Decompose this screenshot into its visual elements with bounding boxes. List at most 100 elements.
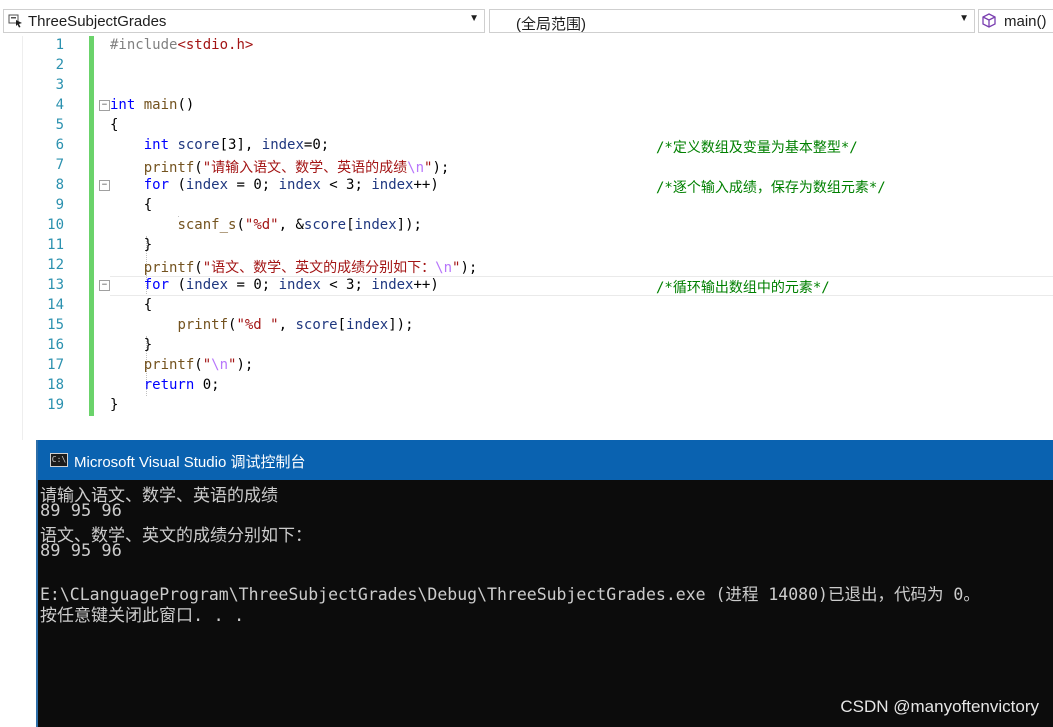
line-number: 16 <box>47 337 64 353</box>
change-marker <box>89 336 94 356</box>
code-line[interactable]: 19 } <box>0 396 1053 416</box>
chevron-down-icon: ▼ <box>469 13 479 24</box>
code-comment: /*逐个输入成绩，保存为数组元素*/ <box>656 180 886 196</box>
code-line[interactable]: 18 return 0; <box>0 376 1053 396</box>
code-text: for (index = 0; index < 3; index++) <box>143 277 439 293</box>
code-line[interactable]: 11 } <box>0 236 1053 256</box>
line-number: 4 <box>55 97 64 113</box>
collapse-icon[interactable]: − <box>99 100 110 111</box>
chevron-down-icon: ▼ <box>959 13 969 24</box>
project-dropdown[interactable]: ThreeSubjectGrades ▼ <box>3 9 485 33</box>
code-line[interactable]: 9 { <box>0 196 1053 216</box>
code-text: { <box>110 197 153 213</box>
code-text: int score[3], index=0; <box>143 137 330 153</box>
line-number: 13 <box>47 277 64 293</box>
console-output-line: 89 95 96 <box>40 501 122 521</box>
change-marker <box>89 156 94 176</box>
method-cube-icon <box>982 13 996 33</box>
line-number: 1 <box>55 37 64 53</box>
console-title-bar[interactable]: C:\ Microsoft Visual Studio 调试控制台 <box>38 440 1053 480</box>
navigation-bar: ThreeSubjectGrades ▼ (全局范围) ▼ main() <box>0 0 1053 37</box>
console-title: Microsoft Visual Studio 调试控制台 <box>74 454 306 471</box>
code-text: } <box>110 337 153 353</box>
project-icon <box>8 14 24 32</box>
change-marker <box>89 36 94 56</box>
line-number: 18 <box>47 377 64 393</box>
csdn-watermark: CSDN @manyoftenvictory <box>840 697 1039 716</box>
scope-label: (全局范围) <box>516 16 586 33</box>
collapse-icon[interactable]: − <box>99 180 110 191</box>
code-line[interactable]: 16 } <box>0 336 1053 356</box>
line-number: 12 <box>47 257 64 273</box>
code-line[interactable]: 13 − for (index = 0; index < 3; index++)… <box>0 276 1053 296</box>
debug-console-window[interactable]: C:\ Microsoft Visual Studio 调试控制台 请输入语文、… <box>36 440 1053 727</box>
change-marker <box>89 76 94 96</box>
console-output-line: 89 95 96 <box>40 541 122 561</box>
change-marker <box>89 296 94 316</box>
change-marker <box>89 56 94 76</box>
line-number: 7 <box>55 157 64 173</box>
code-line[interactable]: 14 { <box>0 296 1053 316</box>
line-number: 5 <box>55 117 64 133</box>
scope-dropdown[interactable]: (全局范围) ▼ <box>489 9 975 33</box>
code-line[interactable]: 6 int score[3], index=0; /*定义数组及变量为基本整型*… <box>0 136 1053 156</box>
code-text: { <box>110 117 119 133</box>
code-text: for (index = 0; index < 3; index++) <box>143 177 439 193</box>
change-marker <box>89 116 94 136</box>
code-editor[interactable]: 1 #include<stdio.h> 2 3 4 − int main() 5… <box>0 36 1053 440</box>
code-text: } <box>110 237 153 253</box>
change-marker <box>89 96 94 116</box>
line-number: 8 <box>55 177 64 193</box>
member-name: main() <box>1004 13 1047 30</box>
code-text: scanf_s("%d", &score[index]); <box>177 217 422 233</box>
code-line[interactable]: 7 printf("请输入语文、数学、英语的成绩\n"); <box>0 156 1053 176</box>
code-line[interactable]: 15 printf("%d ", score[index]); <box>0 316 1053 336</box>
line-number: 19 <box>47 397 64 413</box>
code-line[interactable]: 1 #include<stdio.h> <box>0 36 1053 56</box>
change-marker <box>89 276 94 296</box>
code-comment: /*循环输出数组中的元素*/ <box>656 280 830 296</box>
code-line[interactable]: 17 printf("\n"); <box>0 356 1053 376</box>
change-marker <box>89 256 94 276</box>
code-text: printf("语文、数学、英文的成绩分别如下：\n"); <box>143 260 478 276</box>
member-dropdown[interactable]: main() <box>978 9 1053 33</box>
code-line[interactable]: 3 <box>0 76 1053 96</box>
change-marker <box>89 236 94 256</box>
code-line[interactable]: 12 printf("语文、数学、英文的成绩分别如下：\n"); <box>0 256 1053 276</box>
code-text: printf("请输入语文、数学、英语的成绩\n"); <box>143 160 450 176</box>
code-text: #include<stdio.h> <box>110 37 254 53</box>
change-marker <box>89 196 94 216</box>
code-text: printf("%d ", score[index]); <box>177 317 414 333</box>
line-number: 2 <box>55 57 64 73</box>
collapse-icon[interactable]: − <box>99 280 110 291</box>
code-text: { <box>110 297 153 313</box>
project-name: ThreeSubjectGrades <box>28 13 167 30</box>
code-text: return 0; <box>143 377 220 393</box>
code-line[interactable]: 10 scanf_s("%d", &score[index]); <box>0 216 1053 236</box>
code-line[interactable]: 2 <box>0 56 1053 76</box>
change-marker <box>89 376 94 396</box>
line-number: 11 <box>47 237 64 253</box>
line-number: 15 <box>47 317 64 333</box>
line-number: 10 <box>47 217 64 233</box>
line-number: 14 <box>47 297 64 313</box>
code-text: printf("\n"); <box>143 357 254 373</box>
change-marker <box>89 356 94 376</box>
line-number: 3 <box>55 77 64 93</box>
console-output-line: 按任意键关闭此窗口. . . <box>40 606 245 626</box>
change-marker <box>89 176 94 196</box>
code-text: } <box>110 397 119 413</box>
console-app-icon: C:\ <box>50 453 68 467</box>
code-comment: /*定义数组及变量为基本整型*/ <box>656 140 858 156</box>
code-line[interactable]: 4 − int main() <box>0 96 1053 116</box>
line-number: 17 <box>47 357 64 373</box>
line-number: 9 <box>55 197 64 213</box>
change-marker <box>89 216 94 236</box>
change-marker <box>89 136 94 156</box>
code-line[interactable]: 5 { <box>0 116 1053 136</box>
line-number: 6 <box>55 137 64 153</box>
change-marker <box>89 396 94 416</box>
change-marker <box>89 316 94 336</box>
code-text: int main() <box>110 97 195 113</box>
code-line[interactable]: 8 − for (index = 0; index < 3; index++) … <box>0 176 1053 196</box>
